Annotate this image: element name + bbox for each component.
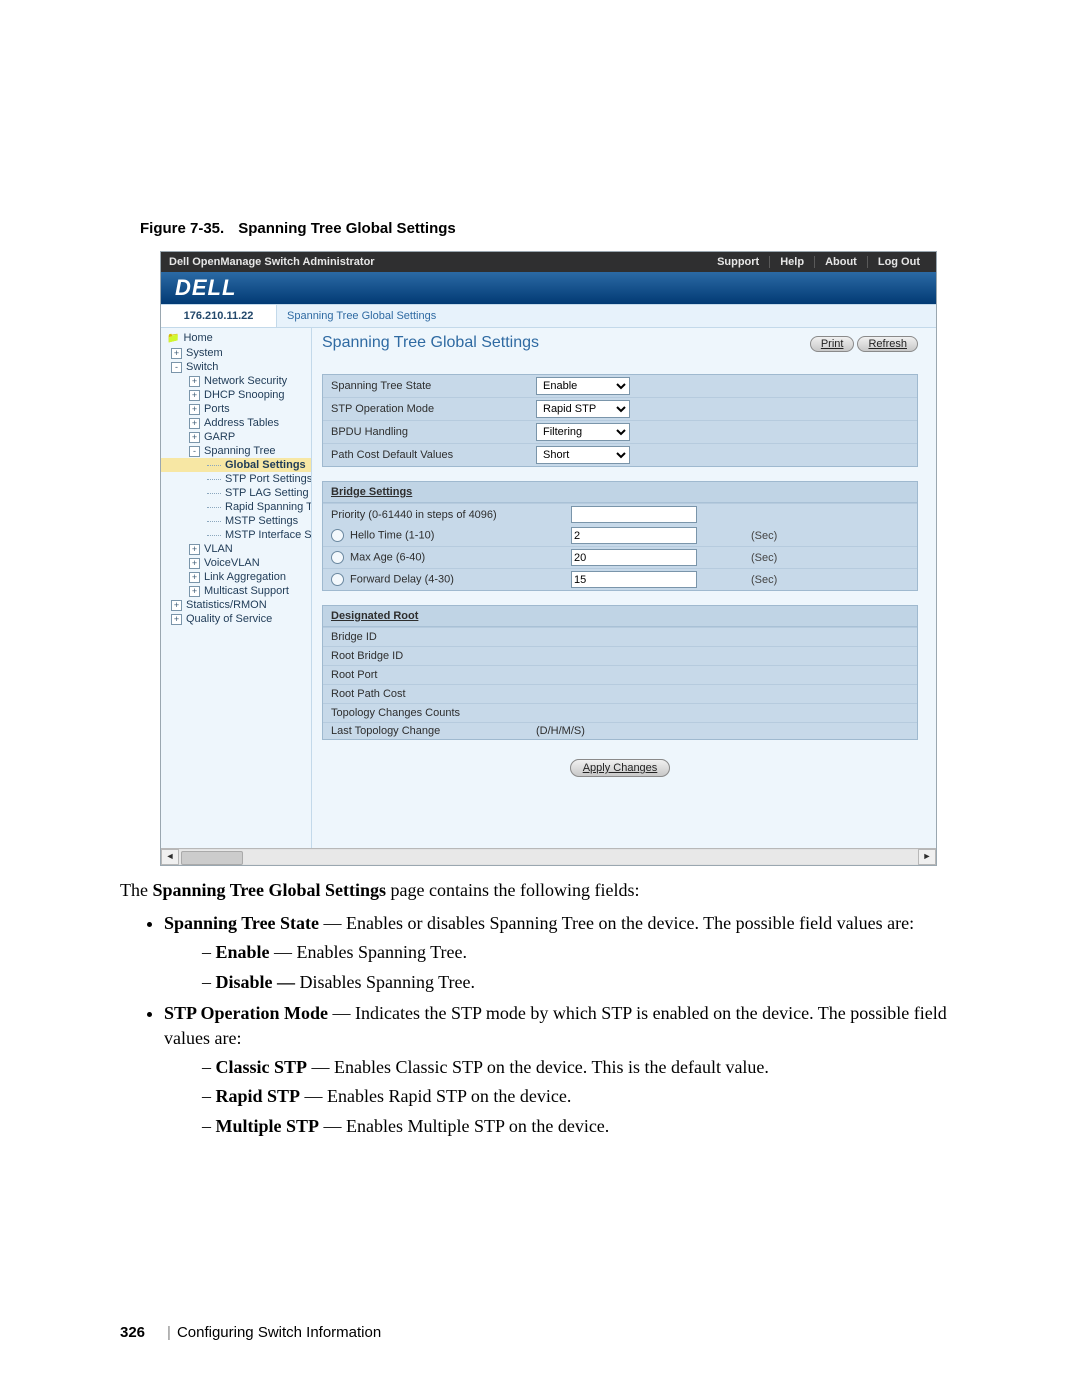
nav-item[interactable]: +Multicast Support (161, 584, 311, 598)
apply-button[interactable]: Apply Changes (570, 759, 671, 777)
refresh-button[interactable]: Refresh (857, 336, 918, 352)
nav-home[interactable]: Home (161, 330, 311, 346)
nav-item[interactable]: +Quality of Service (161, 612, 311, 626)
nav-item[interactable]: +Network Security (161, 374, 311, 388)
nav-item[interactable]: +Statistics/RMON (161, 598, 311, 612)
field-select[interactable]: Short (536, 446, 630, 464)
link-help[interactable]: Help (769, 256, 814, 268)
field-unit: (Sec) (751, 574, 777, 586)
nav-item[interactable]: MSTP Settings (161, 514, 311, 528)
nav-item[interactable]: +System (161, 346, 311, 360)
root-row: Bridge ID (323, 627, 917, 646)
root-row: Topology Changes Counts (323, 703, 917, 722)
figure-title: Spanning Tree Global Settings (238, 220, 456, 237)
bullet-stp-state: Spanning Tree State — Enables or disable… (164, 911, 970, 995)
page-footer: 326|Configuring Switch Information (120, 1324, 381, 1341)
scroll-thumb[interactable] (181, 851, 243, 865)
field-label: BPDU Handling (331, 426, 536, 438)
priority-label: Priority (0-61440 in steps of 4096) (331, 509, 571, 521)
field-label: Spanning Tree State (331, 380, 536, 392)
scroll-left-icon[interactable]: ◄ (161, 849, 179, 865)
app-title: Dell OpenManage Switch Administrator (169, 256, 375, 268)
root-header: Designated Root (323, 606, 917, 627)
root-row: Root Path Cost (323, 684, 917, 703)
nav-item[interactable]: STP Port Settings (161, 472, 311, 486)
last-change-value: (D/H/M/S) (536, 725, 585, 737)
nav-item[interactable]: MSTP Interface S (161, 528, 311, 542)
priority-input[interactable] (571, 506, 697, 523)
body-text: The Spanning Tree Global Settings page c… (120, 878, 970, 1139)
nav-item[interactable]: Global Settings (161, 458, 311, 472)
scroll-track[interactable] (179, 850, 918, 864)
field-select[interactable]: Filtering (536, 423, 630, 441)
section-bridge: Bridge Settings Priority (0-61440 in ste… (322, 481, 918, 591)
page-number: 326 (120, 1324, 145, 1341)
field-label: Max Age (6-40) (331, 551, 571, 564)
figure-caption: Figure 7-35. Spanning Tree Global Setting… (140, 220, 970, 237)
field-unit: (Sec) (751, 552, 777, 564)
content-pane: Spanning Tree Global Settings Print Refr… (312, 328, 936, 848)
print-button[interactable]: Print (810, 336, 855, 352)
title-bar: Dell OpenManage Switch Administrator Sup… (161, 252, 936, 272)
nav-item[interactable]: +Address Tables (161, 416, 311, 430)
dell-logo: DELL (175, 275, 236, 301)
nav-item[interactable]: Rapid Spanning T (161, 500, 311, 514)
radio-icon[interactable] (331, 529, 344, 542)
section-root: Designated Root Bridge IDRoot Bridge IDR… (322, 605, 918, 740)
nav-item[interactable]: +DHCP Snooping (161, 388, 311, 402)
radio-icon[interactable] (331, 573, 344, 586)
link-support[interactable]: Support (707, 256, 769, 268)
brand-bar: DELL (161, 272, 936, 304)
figure-number: Figure 7-35. (140, 220, 224, 237)
link-about[interactable]: About (814, 256, 867, 268)
field-input[interactable] (571, 527, 697, 544)
last-change-label: Last Topology Change (331, 725, 536, 737)
chapter-title: Configuring Switch Information (177, 1324, 381, 1341)
field-label: Path Cost Default Values (331, 449, 536, 461)
field-input[interactable] (571, 549, 697, 566)
horizontal-scrollbar[interactable]: ◄ ► (161, 848, 936, 865)
root-row: Root Bridge ID (323, 646, 917, 665)
bridge-header: Bridge Settings (323, 482, 917, 503)
field-label: STP Operation Mode (331, 403, 536, 415)
scroll-right-icon[interactable]: ► (918, 849, 936, 865)
root-row: Root Port (323, 665, 917, 684)
nav-item[interactable]: +VLAN (161, 542, 311, 556)
nav-item[interactable]: +Ports (161, 402, 311, 416)
radio-icon[interactable] (331, 551, 344, 564)
bullet-stp-mode: STP Operation Mode — Indicates the STP m… (164, 1001, 970, 1139)
nav-tree[interactable]: Home +System-Switch+Network Security+DHC… (161, 328, 312, 848)
breadcrumb: Spanning Tree Global Settings (277, 305, 936, 327)
nav-item[interactable]: -Switch (161, 360, 311, 374)
nav-item[interactable]: +Link Aggregation (161, 570, 311, 584)
device-ip: 176.210.11.22 (161, 305, 277, 327)
field-unit: (Sec) (751, 530, 777, 542)
nav-item[interactable]: +GARP (161, 430, 311, 444)
nav-item[interactable]: STP LAG Setting (161, 486, 311, 500)
nav-item[interactable]: -Spanning Tree (161, 444, 311, 458)
link-logout[interactable]: Log Out (867, 256, 930, 268)
top-links: Support Help About Log Out (707, 256, 930, 268)
section-general: Spanning Tree StateEnableSTP Operation M… (322, 374, 918, 467)
field-label: Forward Delay (4-30) (331, 573, 571, 586)
field-select[interactable]: Rapid STP (536, 400, 630, 418)
sub-bar: 176.210.11.22 Spanning Tree Global Setti… (161, 304, 936, 328)
field-select[interactable]: Enable (536, 377, 630, 395)
nav-item[interactable]: +VoiceVLAN (161, 556, 311, 570)
screenshot-app: Dell OpenManage Switch Administrator Sup… (160, 251, 937, 866)
field-input[interactable] (571, 571, 697, 588)
field-label: Hello Time (1-10) (331, 529, 571, 542)
page-title: Spanning Tree Global Settings (322, 334, 539, 352)
